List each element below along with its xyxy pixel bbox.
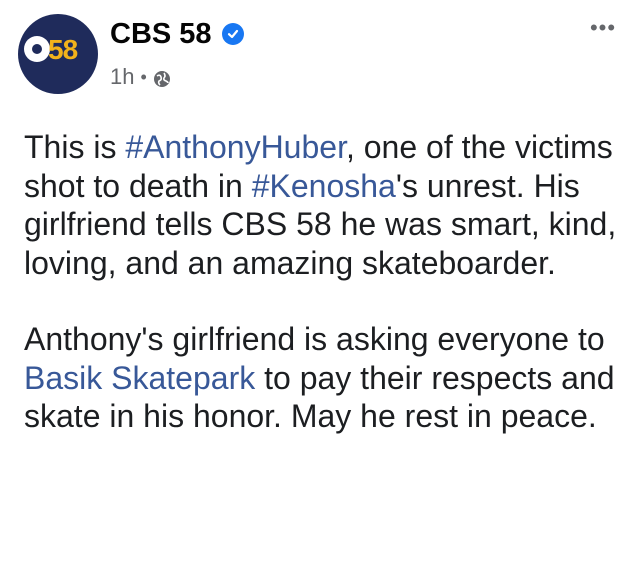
- hashtag-anthonyhuber[interactable]: #AnthonyHuber: [125, 129, 346, 165]
- hashtag-kenosha[interactable]: #Kenosha: [252, 168, 396, 204]
- checkmark-icon: [227, 29, 238, 39]
- post-timestamp[interactable]: 1h: [110, 64, 134, 90]
- post-body: This is #AnthonyHuber, one of the victim…: [24, 128, 624, 436]
- page-avatar[interactable]: 58: [18, 14, 98, 94]
- paragraph-text: This is: [24, 129, 126, 165]
- more-options-icon: •••: [589, 15, 617, 40]
- cbs-eye-logo-icon: [24, 36, 50, 62]
- page-name-link[interactable]: CBS 58: [110, 18, 212, 51]
- verified-badge-icon: [221, 23, 244, 45]
- paragraph-text: Anthony's girlfriend is asking everyone …: [24, 321, 605, 357]
- facebook-post: 58 CBS 58 1h • ••• This is #AnthonyHuber…: [0, 0, 640, 588]
- globe-icon[interactable]: [153, 68, 171, 87]
- post-paragraph-1: This is #AnthonyHuber, one of the victim…: [24, 128, 624, 282]
- page-name-row: CBS 58: [110, 14, 244, 54]
- post-meta: 1h •: [110, 64, 171, 90]
- post-paragraph-2: Anthony's girlfriend is asking everyone …: [24, 320, 624, 436]
- meta-separator: •: [140, 66, 147, 87]
- more-options-button[interactable]: •••: [584, 14, 622, 42]
- basik-skatepark-link[interactable]: Basik Skatepark: [24, 360, 255, 396]
- avatar-number: 58: [48, 34, 78, 65]
- post-header: 58 CBS 58 1h • •••: [18, 8, 628, 98]
